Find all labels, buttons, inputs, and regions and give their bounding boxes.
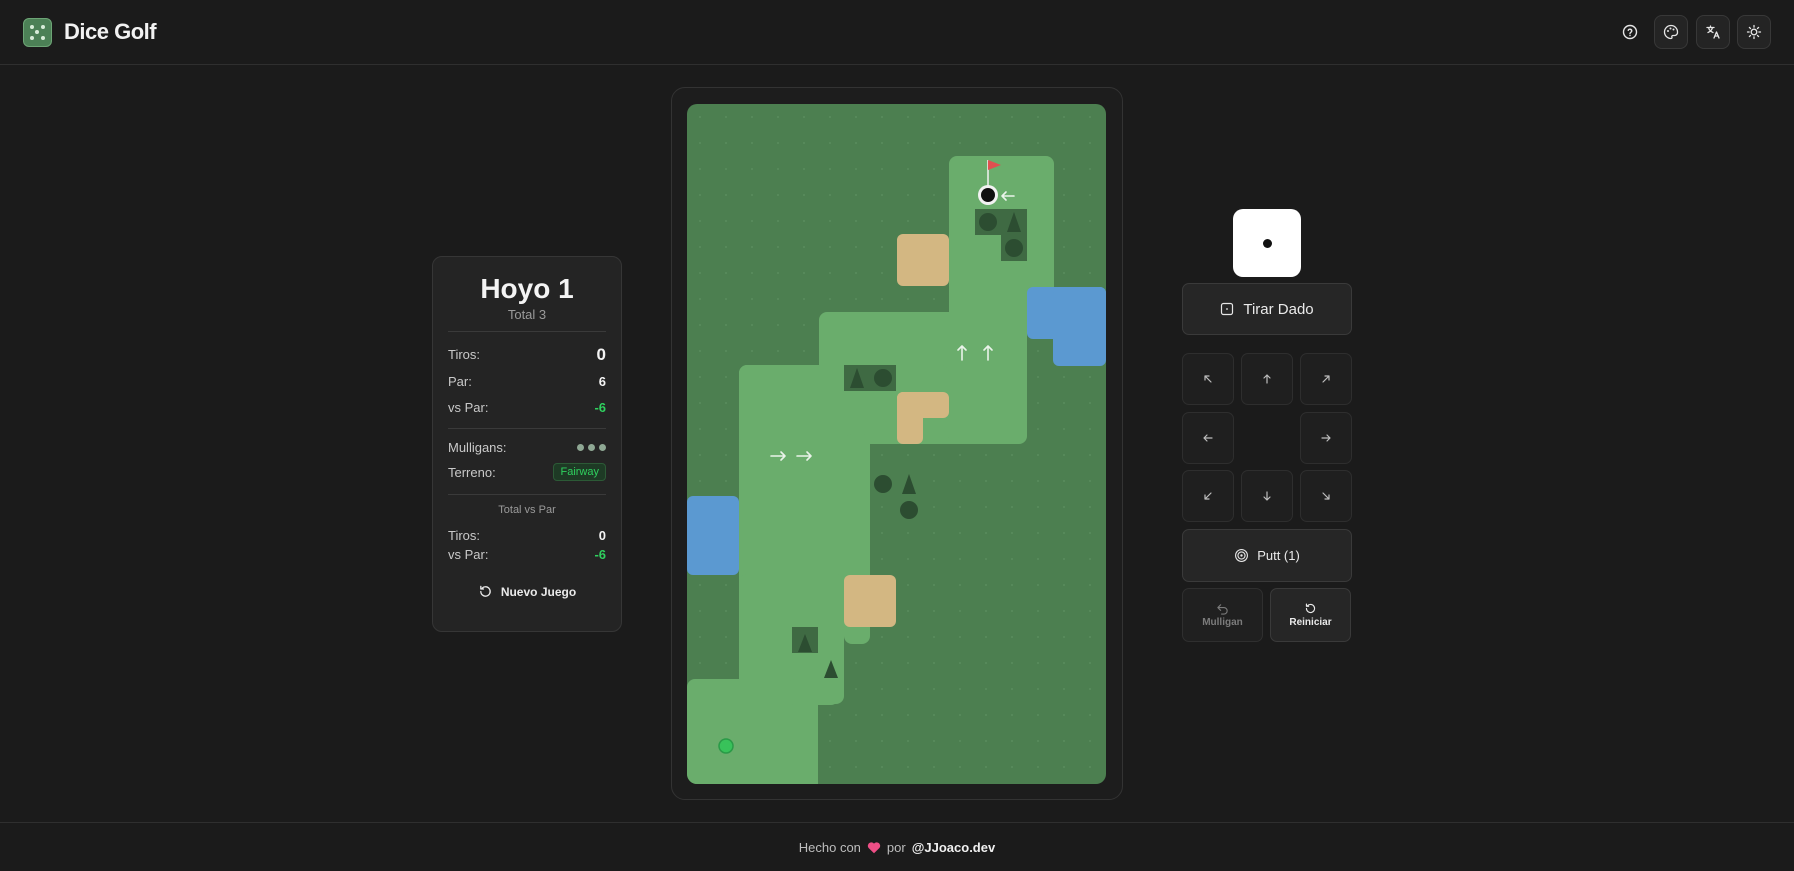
help-button[interactable] [1613,15,1647,49]
terrain-badge: Fairway [553,463,606,481]
restart-button[interactable]: Reiniciar [1270,588,1351,642]
total-vs-par-value: -6 [594,547,606,562]
app-header: Dice Golf [0,0,1794,65]
shots-value: 0 [596,344,606,364]
up-arrow-icon [1263,374,1271,384]
die-display [1233,209,1301,277]
palette-icon [1663,24,1679,40]
app-title: Dice Golf [64,19,157,44]
terrain-label: Terreno: [448,464,496,480]
direction-up-right-button[interactable] [1300,353,1352,405]
roll-label: Tirar Dado [1243,300,1314,318]
vs-par-value: -6 [594,399,606,415]
theme-palette-button[interactable] [1654,15,1688,49]
golf-ball [718,738,734,754]
total-vs-par-label: vs Par: [448,547,489,562]
total-shots-label: Tiros: [448,528,481,543]
down-arrow-icon [1263,491,1271,501]
direction-up-left-button[interactable] [1182,353,1234,405]
hole-subtitle: Total 3 [507,307,547,322]
help-icon [1622,24,1638,40]
language-button[interactable] [1696,15,1730,49]
footer-made-with: Hecho con [798,839,861,855]
restart-icon [479,585,491,597]
vs-par-label: vs Par: [448,399,489,415]
mulligans-label: Mulligans: [448,439,507,455]
new-game-button[interactable]: Nuevo Juego [448,584,606,599]
shots-row: Tiros: 0 [448,341,606,368]
hole-title: Hoyo 1 [480,273,574,304]
score-panel: Hoyo 1 Total 3 Tiros: 0 Par: 6 vs Par: -… [432,256,622,632]
down-right-arrow-icon [1322,492,1330,500]
left-arrow-icon [1203,434,1213,442]
roll-dice-button[interactable]: Tirar Dado [1182,283,1352,335]
dice-icon [23,18,52,47]
golf-course-board[interactable] [687,104,1106,784]
direction-right-button[interactable] [1300,412,1352,464]
putt-button[interactable]: Putt (1) [1182,529,1352,582]
down-left-arrow-icon [1204,492,1212,500]
dice-icon [1221,302,1234,316]
vs-par-row: vs Par: -6 [448,395,606,419]
direction-down-left-button[interactable] [1182,470,1234,522]
hole-cup [981,188,995,202]
par-value: 6 [598,374,606,389]
footer-by: por [886,839,906,855]
par-row: Par: 6 [448,368,606,395]
translate-icon [1706,25,1720,39]
direction-left-button[interactable] [1182,412,1234,464]
up-right-arrow-icon [1322,375,1330,383]
total-vs-par-row: vs Par: -6 [448,545,606,564]
course-map [687,104,1106,784]
target-icon [1235,549,1249,562]
terrain-row: Terreno: Fairway [448,456,606,488]
new-game-label: Nuevo Juego [500,584,577,599]
total-shots-value: 0 [598,528,606,543]
restart-icon [1305,603,1316,614]
author-link[interactable]: @JJoaco.dev [912,840,996,855]
sun-icon [1746,24,1762,40]
right-arrow-icon [1321,434,1331,442]
theme-toggle-button[interactable] [1737,15,1771,49]
total-section-title: Total vs Par [498,504,556,516]
mulligan-button[interactable]: Mulligan [1182,588,1263,642]
divider [448,331,606,332]
mulligan-indicator [577,443,606,451]
mulligans-row: Mulligans: [448,438,606,456]
total-shots-row: Tiros: 0 [448,526,606,545]
mulligan-label: Mulligan [1202,617,1243,628]
par-label: Par: [448,374,472,389]
divider [448,494,606,495]
divider [448,428,606,429]
up-left-arrow-icon [1204,375,1212,383]
heart-icon [867,841,881,853]
shots-label: Tiros: [448,347,481,362]
putt-label: Putt (1) [1257,548,1300,563]
direction-down-right-button[interactable] [1300,470,1352,522]
footer: Hecho con por @JJoaco.dev [0,822,1794,871]
die-pip [1262,238,1272,248]
direction-up-button[interactable] [1241,353,1293,405]
restart-label: Reiniciar [1289,617,1332,628]
direction-down-button[interactable] [1241,470,1293,522]
undo-icon [1217,604,1228,615]
